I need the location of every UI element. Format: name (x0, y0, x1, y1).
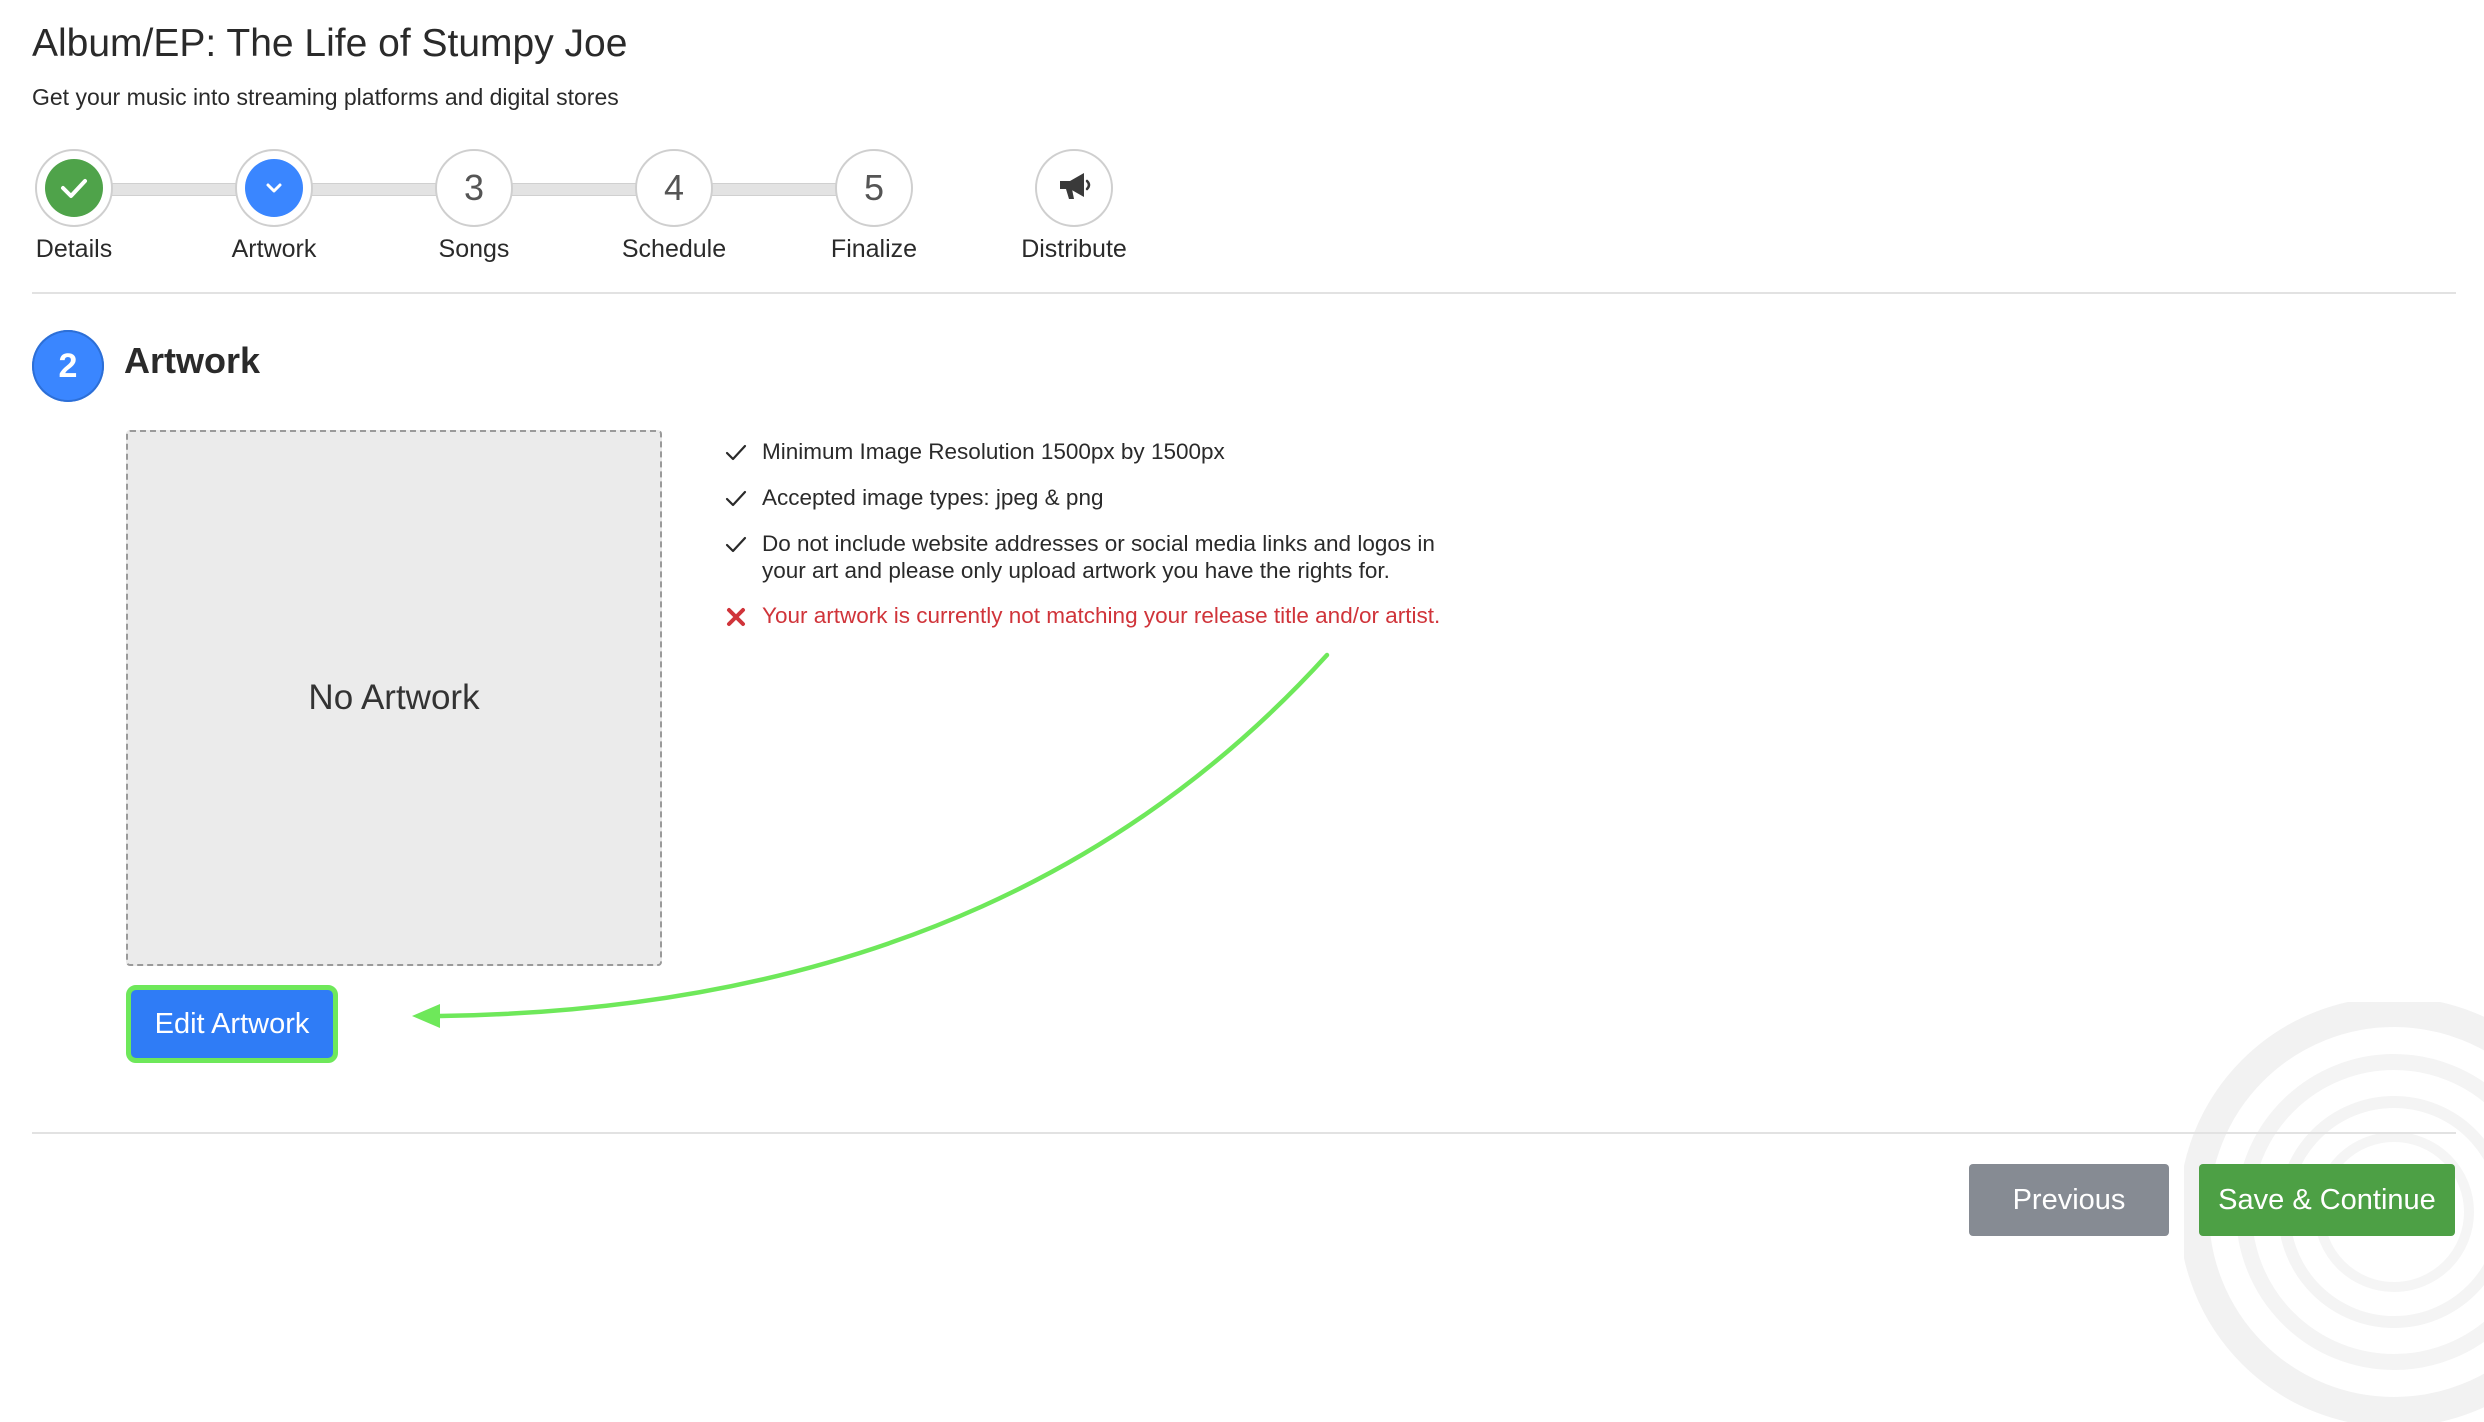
megaphone-icon (1054, 169, 1094, 208)
check-icon (724, 530, 748, 557)
step-label: Details (35, 235, 113, 263)
page-subtitle: Get your music into streaming platforms … (32, 84, 619, 110)
step-number: 3 (463, 167, 485, 208)
x-icon (724, 602, 748, 629)
check-icon (724, 484, 748, 511)
edit-artwork-button[interactable]: Edit Artwork (126, 985, 338, 1063)
step-label: Schedule (621, 235, 727, 263)
check-icon (45, 159, 103, 217)
requirement-text: Do not include website addresses or soci… (762, 531, 1435, 583)
step-label: Finalize (830, 235, 918, 263)
requirement-text: Your artwork is currently not matching y… (762, 603, 1441, 628)
chevron-down-icon (245, 159, 303, 217)
requirement-text: Accepted image types: jpeg & png (762, 485, 1104, 510)
no-artwork-text: No Artwork (308, 678, 480, 717)
check-icon (724, 438, 748, 465)
requirement-text: Minimum Image Resolution 1500px by 1500p… (762, 439, 1225, 464)
step-number: 4 (663, 167, 685, 208)
section-title: Artwork (124, 340, 261, 381)
section-number-badge: 2 (32, 330, 104, 402)
step-label: Distribute (1021, 235, 1127, 263)
artwork-placeholder: No Artwork (126, 430, 662, 966)
step-label: Songs (438, 235, 510, 263)
previous-button[interactable]: Previous (1969, 1164, 2169, 1236)
page-title: Album/EP: The Life of Stumpy Joe (32, 22, 628, 65)
save-continue-button[interactable]: Save & Continue (2199, 1164, 2455, 1236)
step-label: Artwork (231, 235, 317, 263)
divider (32, 292, 2456, 294)
divider (32, 1132, 2456, 1134)
step-number: 5 (863, 167, 885, 208)
